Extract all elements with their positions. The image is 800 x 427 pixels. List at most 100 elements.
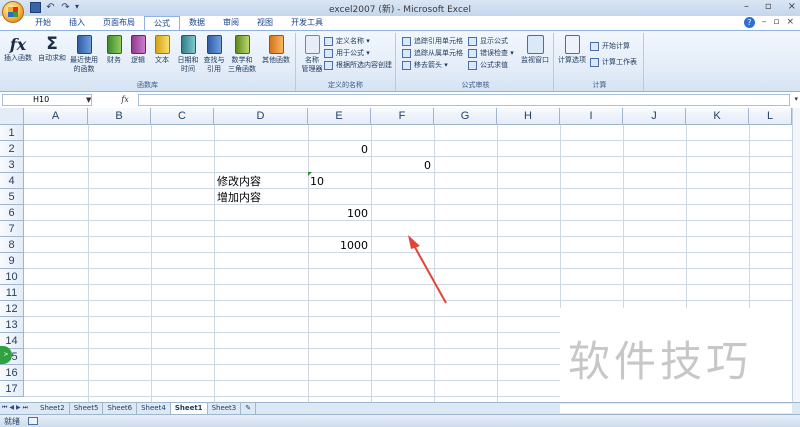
ribbon-tabs: 开始 插入 页面布局 公式 数据 审阅 视图 开发工具	[26, 16, 332, 30]
sheet-tab-sheet6[interactable]: Sheet6	[103, 403, 138, 414]
select-all-corner[interactable]	[0, 108, 24, 125]
vertical-scrollbar[interactable]	[792, 108, 800, 402]
tab-home[interactable]: 开始	[26, 16, 60, 30]
calculator-icon	[564, 35, 580, 54]
row-header-9[interactable]: 9	[0, 253, 24, 269]
name-box[interactable]: H10	[2, 94, 92, 106]
row-header-10[interactable]: 10	[0, 269, 24, 285]
column-header-a[interactable]: A	[24, 108, 88, 125]
cell-e6[interactable]: 100	[308, 206, 368, 222]
insert-function-button[interactable]: fx 插入函数	[2, 35, 34, 63]
cell-e4[interactable]: 10	[310, 174, 370, 190]
tab-review[interactable]: 审阅	[214, 16, 248, 30]
row-header-8[interactable]: 8	[0, 237, 24, 253]
remove-arrows-button[interactable]: 移去箭头 ▾	[402, 60, 448, 70]
macro-record-icon[interactable]	[28, 417, 38, 425]
row-header-1[interactable]: 1	[0, 125, 24, 141]
sheet-tab-sheet3[interactable]: Sheet3	[207, 403, 242, 414]
show-formulas-button[interactable]: 显示公式	[468, 36, 508, 46]
trace-precedents-button[interactable]: 追踪引用单元格	[402, 36, 463, 46]
sheet-tab-sheet5[interactable]: Sheet5	[69, 403, 104, 414]
restore-workbook-button[interactable]: ▫	[773, 17, 779, 28]
cell-d4[interactable]: 修改内容	[217, 174, 307, 190]
horizontal-scroll-area[interactable]	[560, 404, 792, 413]
column-header-g[interactable]: G	[434, 108, 497, 125]
cell-f3[interactable]: 0	[371, 158, 431, 174]
tab-formulas[interactable]: 公式	[144, 16, 180, 30]
insert-sheet-icon[interactable]: ✎	[241, 403, 257, 414]
gridline	[151, 125, 152, 402]
trace-dependents-button[interactable]: 追踪从属单元格	[402, 48, 463, 58]
tab-view[interactable]: 视图	[248, 16, 282, 30]
close-window-button[interactable]: ×	[788, 1, 796, 12]
column-header-j[interactable]: J	[623, 108, 686, 125]
row-header-11[interactable]: 11	[0, 285, 24, 301]
math-trig-button[interactable]: 数学和 三角函数	[226, 35, 258, 74]
office-button[interactable]	[2, 1, 24, 23]
row-header-17[interactable]: 17	[0, 381, 24, 397]
sheet-tab-sheet1[interactable]: Sheet1	[170, 403, 208, 414]
column-header-h[interactable]: H	[497, 108, 560, 125]
cell-e8[interactable]: 1000	[308, 238, 368, 254]
row-header-3[interactable]: 3	[0, 157, 24, 173]
tab-developer[interactable]: 开发工具	[282, 16, 332, 30]
help-icon[interactable]: ?	[743, 17, 755, 28]
worksheet-grid[interactable]: A B C D E F G H I J K L 1 2 3 4 5 6 7 8 …	[0, 108, 800, 402]
tab-page-layout[interactable]: 页面布局	[94, 16, 144, 30]
define-name-button[interactable]: 定义名称 ▾	[324, 36, 370, 46]
expand-formula-bar-icon[interactable]: ▾	[794, 95, 798, 103]
gridline	[24, 188, 794, 189]
calculation-options-button[interactable]: 计算选项	[556, 35, 588, 65]
restore-window-button[interactable]: ▫	[765, 1, 772, 12]
row-header-12[interactable]: 12	[0, 301, 24, 317]
tab-data[interactable]: 数据	[180, 16, 214, 30]
row-header-16[interactable]: 16	[0, 365, 24, 381]
formula-input[interactable]	[138, 94, 790, 106]
last-sheet-icon[interactable]: ⏭	[23, 404, 28, 412]
tab-insert[interactable]: 插入	[60, 16, 94, 30]
next-sheet-icon[interactable]: ▶	[16, 404, 21, 412]
more-functions-button[interactable]: 其他函数	[260, 35, 292, 65]
column-header-f[interactable]: F	[371, 108, 434, 125]
column-header-b[interactable]: B	[88, 108, 151, 125]
column-header-k[interactable]: K	[686, 108, 749, 125]
evaluate-formula-icon	[468, 60, 477, 70]
row-header-7[interactable]: 7	[0, 221, 24, 237]
column-header-d[interactable]: D	[214, 108, 308, 125]
error-checking-icon	[468, 48, 477, 58]
cell-e2[interactable]: 0	[308, 142, 368, 158]
row-header-2[interactable]: 2	[0, 141, 24, 157]
calculate-sheet-button[interactable]: 计算工作表	[590, 57, 637, 67]
evaluate-formula-button[interactable]: 公式求值	[468, 60, 508, 70]
recently-used-button[interactable]: 最近使用 的函数	[68, 35, 100, 74]
use-in-formula-button[interactable]: 用于公式 ▾	[324, 48, 370, 58]
row-header-6[interactable]: 6	[0, 205, 24, 221]
define-name-icon	[324, 36, 333, 46]
name-manager-icon	[304, 35, 320, 54]
sheet-tab-sheet2[interactable]: Sheet2	[36, 403, 70, 414]
column-header-l[interactable]: L	[749, 108, 792, 125]
column-header-i[interactable]: I	[560, 108, 623, 125]
watch-window-button[interactable]: 监视窗口	[518, 35, 552, 65]
name-box-dropdown-icon[interactable]: ▼	[86, 96, 91, 104]
autosum-button[interactable]: Σ 自动求和	[36, 35, 68, 63]
minimize-window-button[interactable]: –	[744, 1, 749, 12]
prev-sheet-icon[interactable]: ◀	[9, 404, 14, 412]
gridline	[24, 300, 794, 301]
error-indicator-triangle	[308, 172, 312, 176]
row-header-13[interactable]: 13	[0, 317, 24, 333]
sheet-tab-sheet4[interactable]: Sheet4	[137, 403, 171, 414]
first-sheet-icon[interactable]: ⏮	[2, 404, 7, 412]
group-calculation: 计算选项 开始计算 计算工作表 计算	[556, 33, 644, 91]
close-workbook-button[interactable]: ×	[786, 17, 794, 28]
calculate-now-button[interactable]: 开始计算	[590, 41, 630, 51]
row-header-4[interactable]: 4	[0, 173, 24, 189]
minimize-workbook-button[interactable]: –	[762, 17, 767, 28]
row-header-5[interactable]: 5	[0, 189, 24, 205]
insert-function-fx-icon[interactable]: fx	[112, 94, 138, 106]
cell-d5[interactable]: 增加内容	[217, 190, 307, 206]
column-header-e[interactable]: E	[308, 108, 371, 125]
create-from-selection-button[interactable]: 根据所选内容创建	[324, 60, 392, 70]
error-checking-button[interactable]: 错误检查 ▾	[468, 48, 514, 58]
column-header-c[interactable]: C	[151, 108, 214, 125]
